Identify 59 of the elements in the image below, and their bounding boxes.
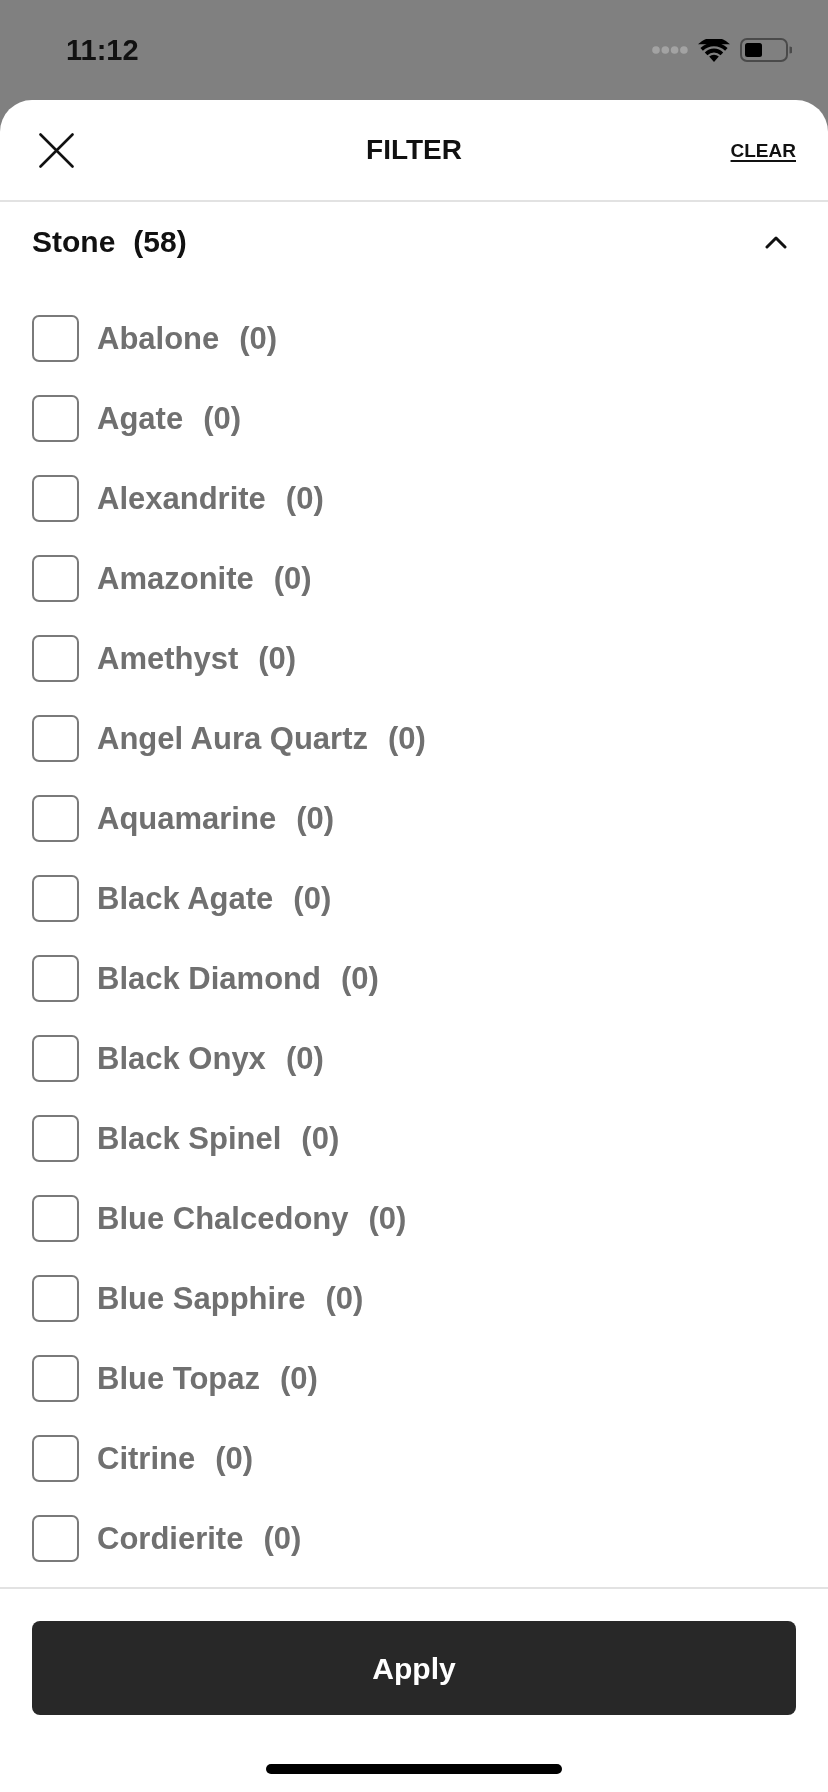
checkbox[interactable]: [32, 474, 79, 522]
signal-dots-icon: [652, 46, 688, 54]
checkbox[interactable]: [32, 954, 79, 1002]
option-label: Cordierite: [97, 1522, 244, 1554]
checkbox[interactable]: [32, 1354, 79, 1402]
checkbox[interactable]: [32, 634, 79, 682]
checkbox[interactable]: [32, 1114, 79, 1162]
option-count: (0): [273, 562, 312, 594]
checkbox[interactable]: [32, 314, 79, 362]
checkbox[interactable]: [32, 714, 79, 762]
option-label: Angel Aura Quartz: [97, 722, 368, 754]
option-count: (0): [280, 1362, 318, 1394]
option-label: Blue Sapphire: [97, 1282, 306, 1314]
option-count: (0): [263, 1522, 302, 1554]
option-label: Abalone: [97, 322, 220, 354]
option-label: Amethyst: [97, 642, 239, 674]
checkbox[interactable]: [32, 1434, 79, 1482]
option-count: (0): [203, 402, 242, 434]
apply-button[interactable]: Apply: [32, 1621, 796, 1715]
status-time: 11:12: [66, 35, 139, 65]
option-count: (0): [285, 1042, 324, 1074]
option-label: Blue Topaz: [97, 1362, 261, 1394]
wifi-icon: [698, 38, 730, 62]
checkbox[interactable]: [32, 1194, 79, 1242]
option-count: (0): [258, 642, 297, 674]
checkbox[interactable]: [32, 1514, 79, 1562]
option-count: (0): [296, 802, 335, 834]
close-icon[interactable]: [39, 132, 74, 168]
option-label: Aquamarine: [97, 802, 277, 834]
filter-title: FILTER: [366, 136, 462, 164]
option-count: (0): [340, 962, 379, 994]
checkbox[interactable]: [32, 394, 79, 442]
clear-button[interactable]: CLEAR: [730, 140, 796, 160]
checkbox[interactable]: [32, 794, 79, 842]
option-label: Black Spinel: [97, 1122, 282, 1154]
section-count: (58): [133, 227, 187, 257]
battery-icon: [740, 38, 792, 62]
chevron-up-icon[interactable]: [765, 235, 787, 249]
option-label: Black Diamond: [97, 962, 321, 994]
option-count: (0): [285, 482, 324, 514]
option-label: Black Agate: [97, 882, 274, 914]
option-count: (0): [325, 1282, 364, 1314]
option-count: (0): [388, 722, 426, 754]
option-label: Agate: [97, 402, 184, 434]
checkbox[interactable]: [32, 1274, 79, 1322]
option-label: Amazonite: [97, 562, 254, 594]
option-label: Blue Chalcedony: [97, 1202, 349, 1234]
option-count: (0): [293, 882, 332, 914]
option-label: Alexandrite: [97, 482, 266, 514]
option-count: (0): [239, 322, 278, 354]
checkbox[interactable]: [32, 874, 79, 922]
option-count: (0): [301, 1122, 340, 1154]
option-count: (0): [215, 1442, 254, 1474]
checkbox[interactable]: [32, 554, 79, 602]
option-label: Black Onyx: [97, 1042, 266, 1074]
option-count: (0): [368, 1202, 407, 1234]
section-title: Stone: [32, 227, 116, 257]
checkbox[interactable]: [32, 1034, 79, 1082]
option-label: Citrine: [97, 1442, 196, 1474]
